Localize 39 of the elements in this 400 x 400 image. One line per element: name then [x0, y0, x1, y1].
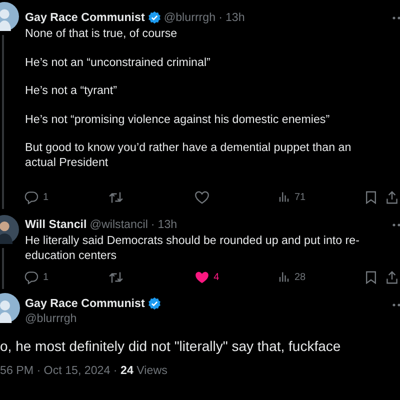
- tweet-text: He literally said Democrats should be rounded up and put into re-education centers: [25, 233, 360, 263]
- tweet-text: He’s not an “unconstrained criminal”: [25, 54, 212, 70]
- reply-count: 1: [43, 272, 49, 282]
- tweet-timestamp[interactable]: 56 PM · Oct 15, 2024 ·: [0, 364, 121, 377]
- bookmark-icon[interactable]: [366, 190, 377, 204]
- repost-icon[interactable]: [108, 270, 124, 284]
- tweet-text: He’s not a “tyrant”: [25, 83, 118, 98]
- view-count: 28: [294, 272, 306, 282]
- author-name[interactable]: Will Stancil: [25, 217, 87, 232]
- tweet-time[interactable]: 13h: [158, 217, 178, 232]
- verified-badge-icon: [148, 11, 161, 24]
- separator-dot: ·: [150, 217, 155, 232]
- author-handle[interactable]: @wilstancil: [90, 217, 148, 232]
- share-icon[interactable]: [386, 270, 398, 284]
- author-handle[interactable]: @blurrrgh: [164, 10, 216, 25]
- verified-badge-icon: [148, 297, 161, 310]
- view-count: 71: [294, 192, 306, 202]
- separator-dot: ·: [218, 10, 222, 25]
- views-icon[interactable]: [278, 191, 290, 203]
- heart-icon[interactable]: [194, 270, 209, 284]
- author-name[interactable]: Gay Race Communist: [25, 296, 145, 311]
- reply-count: 1: [43, 192, 49, 202]
- reply-icon[interactable]: [24, 270, 38, 284]
- bookmark-icon[interactable]: [366, 270, 377, 284]
- author-handle[interactable]: @blurrrgh: [25, 311, 392, 326]
- repost-icon[interactable]: [108, 190, 124, 204]
- views-label: Views: [136, 364, 168, 377]
- author-name[interactable]: Gay Race Communist: [25, 10, 145, 25]
- like-count: 4: [214, 272, 220, 282]
- tweet-text: He’s not “promising violence against his domestic enemies”: [25, 112, 331, 126]
- tweet-time[interactable]: 13h: [225, 10, 245, 25]
- view-count: 24: [120, 364, 134, 377]
- tweet-text: None of that is true, of course: [25, 26, 178, 41]
- reply-icon[interactable]: [24, 190, 38, 204]
- tweet-text: o, he most definitely did not "literally" say that, fuckface: [0, 337, 342, 355]
- heart-icon[interactable]: [194, 190, 209, 204]
- share-icon[interactable]: [386, 190, 398, 204]
- tweet-text: But good to know you’d rather have a demential puppet than an actual President: [25, 140, 352, 170]
- views-icon[interactable]: [278, 271, 290, 283]
